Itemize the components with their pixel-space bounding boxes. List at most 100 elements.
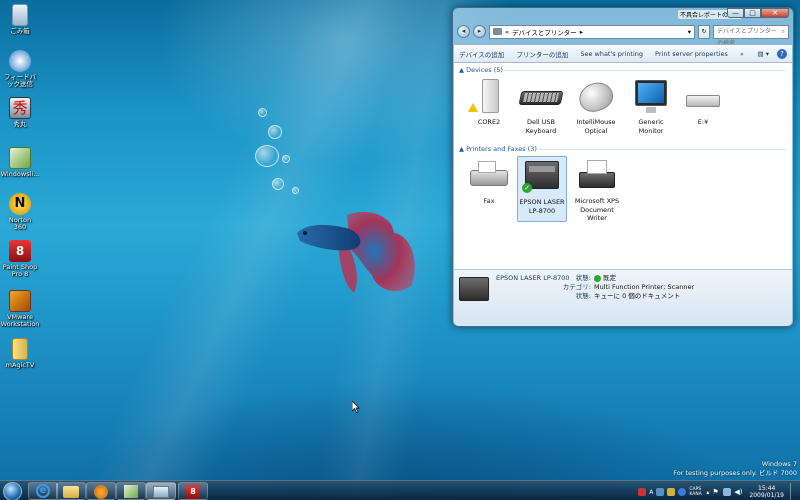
desktop-icon-label: mAgicTV [5, 361, 35, 369]
command-bar: デバイスの追加 プリンターの追加 See what's printing Pri… [454, 44, 792, 63]
taskbar-devices-icon[interactable] [146, 482, 176, 500]
clock-date: 2009/01/19 [749, 492, 784, 499]
printer-epson-lp8700[interactable]: ✓ EPSON LASER LP-8700 [517, 156, 567, 222]
device-monitor[interactable]: Generic Monitor [626, 77, 676, 135]
taskbar-paint-shop-pro-icon[interactable]: 8 [178, 482, 208, 500]
clock[interactable]: 15:44 2009/01/19 [749, 485, 784, 499]
back-button[interactable]: ◂ [457, 25, 470, 38]
bubble [255, 145, 279, 167]
device-label: EPSON LASER LP-8700 [519, 198, 565, 215]
ime-mode[interactable]: A [649, 489, 653, 496]
address-path[interactable]: デバイスとプリンター [512, 27, 577, 37]
build-watermark: Windows 7 For testing purposes only. ビルド… [673, 460, 797, 478]
more-commands-button[interactable]: » [740, 50, 744, 58]
details-pane: EPSON LASER LP-8700 状態: カテゴリ: 状態: 既定 Mul… [454, 269, 792, 326]
system-tray: A CAPS KANA ▴ ⚑ ◀) 15:44 2009/01/19 [638, 483, 798, 500]
desktop-icon-recycle-bin[interactable]: ごみ箱 [2, 4, 38, 35]
queue-value: キューに 0 個のドキュメント [594, 292, 681, 300]
desktop-icon-windows-live[interactable]: Windowsli... [0, 147, 40, 178]
network-icon[interactable] [723, 488, 732, 496]
device-keyboard[interactable]: Dell USB Keyboard [516, 77, 566, 135]
taskbar-internet-explorer-icon[interactable]: e [28, 482, 58, 500]
ime-settings-icon[interactable] [667, 488, 676, 496]
bubble [272, 178, 284, 190]
printer-icon: ✓ [519, 157, 565, 195]
ime-toolbar-icon[interactable] [656, 488, 665, 496]
caps-kana-indicator: CAPS KANA [689, 487, 702, 497]
device-label: Fax [483, 197, 495, 205]
clock-time: 15:44 [758, 485, 776, 492]
printer-xps-writer[interactable]: Microsoft XPS Document Writer [572, 156, 622, 223]
taskbar: e 8 A CAPS KANA ▴ ⚑ ◀) 15:44 2009/01/19 [0, 480, 800, 500]
printer-fax[interactable]: Fax [464, 156, 514, 206]
computer-tower-icon [466, 77, 512, 115]
desktop-icon-hidemaru[interactable]: 秀 秀丸 [2, 97, 38, 128]
warning-icon [468, 103, 478, 112]
watermark-line1: Windows 7 [761, 460, 797, 468]
language-icon[interactable] [638, 488, 647, 496]
details-printer-icon [459, 277, 489, 301]
desktop-icon-magictv[interactable]: mAgicTV [2, 338, 38, 369]
action-center-flag-icon[interactable]: ⚑ [712, 488, 720, 496]
address-bar[interactable]: « デバイスとプリンター ▸ ▾ [489, 24, 695, 39]
watermark-line2: For testing purposes only. ビルド 7000 [673, 469, 797, 477]
title-bar[interactable]: 不具合レポートの送信 — □ ✕ [453, 8, 793, 20]
mouse-cursor [352, 401, 360, 413]
add-device-button[interactable]: デバイスの追加 [459, 49, 504, 59]
status-label: 状態: [575, 274, 591, 282]
group-header-printers[interactable]: ▲ Printers and Faxes (3) [459, 145, 537, 153]
refresh-button[interactable]: ↻ [698, 24, 710, 39]
taskbar-media-player-icon[interactable] [86, 482, 116, 500]
add-printer-button[interactable]: プリンターの追加 [516, 49, 568, 59]
monitor-icon [628, 77, 674, 115]
desktop-icon-paint-shop-pro[interactable]: 8 Paint Shop Pro 8 [2, 240, 38, 278]
device-label: Microsoft XPS Document Writer [574, 197, 620, 222]
desktop-icon-label: ごみ箱 [10, 27, 30, 35]
address-arrow[interactable]: ▸ [580, 28, 583, 36]
close-button[interactable]: ✕ [761, 8, 789, 18]
bubble [282, 155, 290, 163]
desktop-icon-vmware[interactable]: VMware Workstation [0, 290, 40, 328]
device-label: CORE2 [477, 118, 501, 126]
taskbar-explorer-icon[interactable] [56, 482, 86, 500]
search-placeholder: デバイスとプリンター の検索 [717, 27, 777, 47]
bubble [258, 108, 267, 117]
help-icon[interactable]: ? [777, 48, 787, 59]
desktop-icon-label: Norton 360 [8, 216, 32, 231]
print-server-properties-button[interactable]: Print server properties [655, 50, 728, 58]
search-input[interactable]: デバイスとプリンター の検索 ⌕ [713, 24, 789, 47]
taskbar-windows-live-icon[interactable] [116, 482, 146, 500]
help-tray-icon[interactable] [678, 488, 687, 496]
norton-icon: N [9, 193, 31, 215]
category-value: Multi Function Printer; Scanner [594, 283, 695, 291]
recycle-bin-icon [12, 4, 28, 26]
status-ok-icon [594, 274, 601, 282]
address-dropdown-icon[interactable]: ▾ [688, 28, 691, 36]
see-printing-button[interactable]: See what's printing [580, 50, 643, 58]
maximize-button[interactable]: □ [744, 8, 761, 18]
paint-shop-pro-icon: 8 [9, 240, 31, 262]
volume-icon[interactable]: ◀) [734, 488, 742, 496]
desktop-icon-feedback[interactable]: フィードバック送信 [2, 50, 38, 88]
group-divider [539, 149, 786, 150]
desktop-icon-norton[interactable]: N Norton 360 [2, 193, 38, 231]
start-button[interactable] [3, 482, 22, 500]
group-devices-label: Devices (5) [466, 66, 503, 74]
desktop-icon-label: Windowsli... [0, 170, 40, 178]
tray-expand-icon[interactable]: ▴ [706, 489, 709, 496]
desktop-icon-label: フィードバック送信 [3, 73, 37, 88]
device-drive[interactable]: E:¥ [678, 77, 728, 127]
device-core2[interactable]: CORE2 [464, 77, 514, 127]
view-options-icon[interactable]: ▤ ▾ [758, 50, 769, 58]
device-list: ▲ Devices (5) CORE2 Dell USB Keyboard In… [454, 63, 792, 269]
minimize-button[interactable]: — [727, 8, 744, 18]
group-header-devices[interactable]: ▲ Devices (5) [459, 66, 503, 74]
forward-button[interactable]: ▸ [473, 25, 486, 38]
group-divider [504, 70, 786, 71]
windows-live-icon [9, 147, 31, 169]
device-mouse[interactable]: IntelliMouse Optical [571, 77, 621, 135]
drive-icon [680, 77, 726, 115]
desktop-icon-label: VMware Workstation [0, 313, 40, 328]
hidemaru-icon: 秀 [9, 97, 31, 119]
show-desktop-button[interactable] [790, 483, 798, 500]
